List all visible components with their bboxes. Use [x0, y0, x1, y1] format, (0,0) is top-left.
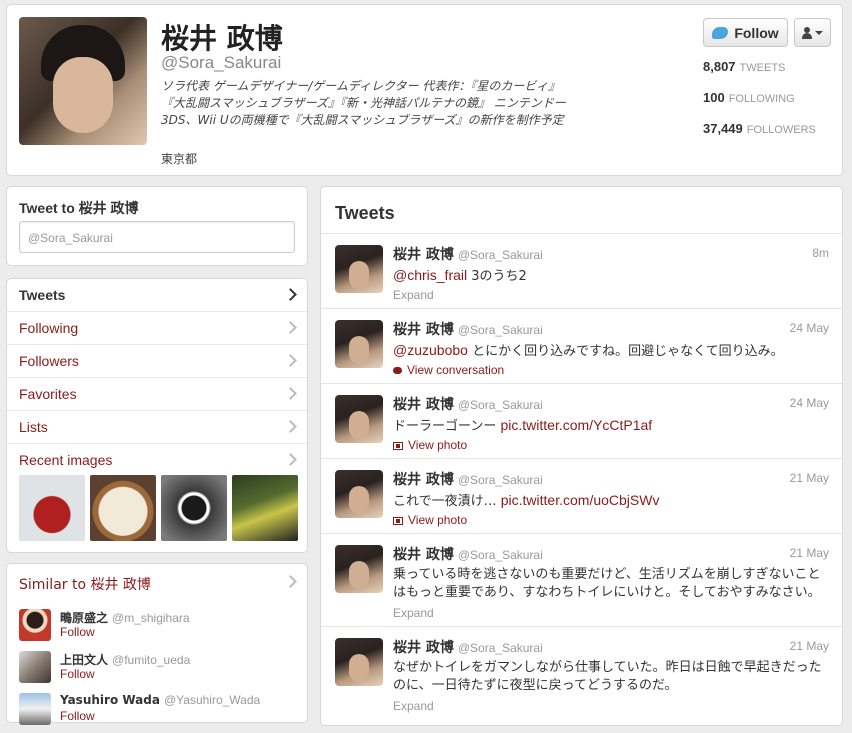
tweet-item[interactable]: 桜井 政博 @Sora_Sakurai 8m @chris_frail 3のうち2… [321, 233, 842, 308]
tweet-timestamp[interactable]: 21 May [790, 471, 829, 485]
tweets-stream: Tweets 桜井 政博 @Sora_Sakurai 8m @chris_frai… [320, 186, 843, 726]
user-actions-button[interactable] [794, 18, 831, 47]
similar-user-row[interactable]: 鴫原盛之 @m_shigihara Follow [19, 609, 299, 649]
avatar[interactable] [335, 470, 383, 518]
profile-avatar[interactable] [19, 17, 147, 145]
tweet-text: @zuzubobo とにかく回り込みですね。回避じゃなくて回り込み。 [393, 342, 784, 359]
profile-nav: Tweets Following Followers Favorites Lis… [6, 278, 308, 553]
profile-bio: ソラ代表 ゲームデザイナー/ゲームディレクター 代表作：『星のカービィ』『大乱闘… [161, 79, 566, 127]
recent-image-thumb[interactable] [232, 475, 298, 541]
avatar[interactable] [335, 638, 383, 686]
similar-user-row[interactable]: 上田文人 @fumito_ueda Follow [19, 651, 299, 691]
tweet-text: @chris_frail 3のうち2 [393, 267, 527, 284]
profile-name: 桜井 政博 [161, 22, 283, 55]
stat-followers[interactable]: 37,449 FOLLOWERS [703, 121, 816, 136]
chevron-right-icon [284, 453, 297, 466]
caret-down-icon [815, 30, 823, 35]
nav-recent-images[interactable]: Recent images [7, 444, 307, 477]
nav-followers[interactable]: Followers [7, 345, 307, 378]
nav-following[interactable]: Following [7, 312, 307, 345]
similar-users: Similar to 桜井 政博 鴫原盛之 @m_shigihara Follow… [6, 563, 308, 725]
follow-link[interactable]: Follow [60, 667, 95, 681]
user-icon [802, 26, 812, 39]
chevron-right-icon [284, 354, 297, 367]
tweets-header: Tweets [335, 203, 395, 223]
recent-image-thumb[interactable] [90, 475, 156, 541]
photo-icon [393, 516, 403, 525]
avatar[interactable] [335, 545, 383, 593]
view-conversation-link[interactable]: View conversation [393, 363, 504, 377]
profile-header: 桜井 政博 @Sora_Sakurai ソラ代表 ゲームデザイナー/ゲームディレ… [6, 4, 843, 176]
tweet-item[interactable]: 桜井 政博 @Sora_Sakurai 21 May 乗っている時を逃さないのも重… [321, 533, 842, 626]
stat-tweets[interactable]: 8,807 TWEETS [703, 59, 785, 74]
photo-link[interactable]: pic.twitter.com/uoCbjSWv [501, 492, 660, 508]
expand-link[interactable]: Expand [393, 606, 434, 620]
stat-following[interactable]: 100 FOLLOWING [703, 90, 795, 105]
avatar[interactable] [19, 609, 51, 641]
similar-title: Similar to 桜井 政博 [19, 577, 151, 593]
chevron-right-icon [284, 387, 297, 400]
chevron-right-icon [284, 575, 297, 588]
photo-link[interactable]: pic.twitter.com/YcCtP1af [500, 417, 652, 433]
tweet-timestamp[interactable]: 21 May [790, 546, 829, 560]
tweet-timestamp[interactable]: 24 May [790, 396, 829, 410]
mention-link[interactable]: @zuzubobo [393, 342, 468, 358]
follow-link[interactable]: Follow [60, 625, 95, 639]
tweet-to-input[interactable]: @Sora_Sakurai [19, 221, 295, 253]
chevron-right-icon [284, 420, 297, 433]
expand-link[interactable]: Expand [393, 288, 434, 302]
tweet-item[interactable]: 桜井 政博 @Sora_Sakurai 24 May @zuzubobo とにかく… [321, 308, 842, 383]
profile-location: 東京都 [161, 152, 198, 166]
tweet-to-title: Tweet to 桜井 政博 [19, 200, 139, 216]
profile-handle: @Sora_Sakurai [161, 53, 282, 72]
tweet-item[interactable]: 桜井 政博 @Sora_Sakurai 24 May ドーラーゴーンー pic.t… [321, 383, 842, 458]
follow-link[interactable]: Follow [60, 709, 95, 723]
tweet-item[interactable]: 桜井 政博 @Sora_Sakurai 21 May これで一夜漬け… pic.t… [321, 458, 842, 533]
twitter-bird-icon [712, 26, 729, 39]
nav-tweets[interactable]: Tweets [7, 279, 307, 312]
mention-link[interactable]: @chris_frail [393, 267, 467, 283]
nav-lists[interactable]: Lists [7, 411, 307, 444]
avatar[interactable] [19, 693, 51, 725]
photo-icon [393, 441, 403, 450]
avatar[interactable] [335, 395, 383, 443]
chevron-right-icon [284, 321, 297, 334]
recent-image-thumb[interactable] [161, 475, 227, 541]
nav-favorites[interactable]: Favorites [7, 378, 307, 411]
conversation-icon [393, 367, 402, 375]
similar-user-row[interactable]: Yasuhiro Wada @Yasuhiro_Wada Follow [19, 693, 299, 733]
tweet-text: 乗っている時を逃さないのも重要だけど、生活リズムを崩しすぎないことはもっと重要で… [393, 567, 821, 600]
tweet-text: なぜかトイレをガマンしながら仕事していた。昨日は日蝕で早起きだったのに、一日待た… [393, 660, 822, 693]
recent-image-thumb[interactable] [19, 475, 85, 541]
chevron-right-icon [284, 288, 297, 301]
expand-link[interactable]: Expand [393, 699, 434, 713]
tweet-timestamp[interactable]: 24 May [790, 321, 829, 335]
view-photo-link[interactable]: View photo [393, 438, 467, 452]
tweet-text: ドーラーゴーンー pic.twitter.com/YcCtP1af [393, 417, 653, 434]
view-photo-link[interactable]: View photo [393, 513, 467, 527]
avatar[interactable] [19, 651, 51, 683]
tweet-to-box: Tweet to 桜井 政博 @Sora_Sakurai [6, 186, 308, 266]
tweet-timestamp[interactable]: 8m [812, 246, 829, 260]
avatar[interactable] [335, 320, 383, 368]
tweet-timestamp[interactable]: 21 May [790, 639, 829, 653]
avatar[interactable] [335, 245, 383, 293]
follow-button-label: Follow [734, 24, 779, 41]
tweet-item[interactable]: 桜井 政博 @Sora_Sakurai 21 May なぜかトイレをガマンしながら… [321, 626, 842, 725]
follow-button[interactable]: Follow [703, 18, 788, 47]
tweet-text: これで一夜漬け… pic.twitter.com/uoCbjSWv [393, 492, 660, 509]
